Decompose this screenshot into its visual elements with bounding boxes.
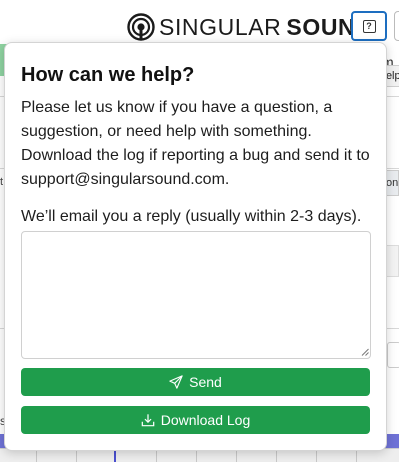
- singular-sound-logo[interactable]: SINGULAR SOUND: [127, 12, 372, 42]
- download-log-button[interactable]: Download Log: [21, 406, 370, 434]
- question-square-icon: ?: [362, 19, 376, 33]
- popover-description: Please let us know if you have a questio…: [21, 99, 370, 188]
- popover-body: Please let us know if you have a questio…: [21, 96, 377, 229]
- send-button[interactable]: Send: [21, 368, 370, 396]
- help-popover: How can we help? Please let us know if y…: [4, 42, 387, 451]
- popover-reply-note: We’ll email you a reply (usually within …: [21, 208, 362, 225]
- download-icon: [141, 414, 155, 427]
- resize-grip-icon[interactable]: [361, 348, 369, 356]
- logo-text-singular: SINGULAR: [159, 14, 282, 40]
- popover-title: How can we help?: [21, 64, 195, 86]
- send-button-label: Send: [189, 374, 222, 390]
- background-select-fragment[interactable]: [387, 342, 399, 368]
- background-text-fragment: t: [0, 176, 4, 188]
- logo-mark-icon: [127, 13, 155, 41]
- paper-plane-icon: [169, 375, 183, 389]
- download-button-label: Download Log: [160, 412, 251, 428]
- background-panel-fragment: [385, 245, 399, 277]
- header-edge-button[interactable]: [394, 11, 399, 41]
- help-button[interactable]: ?: [351, 11, 387, 41]
- message-textarea[interactable]: [21, 231, 371, 359]
